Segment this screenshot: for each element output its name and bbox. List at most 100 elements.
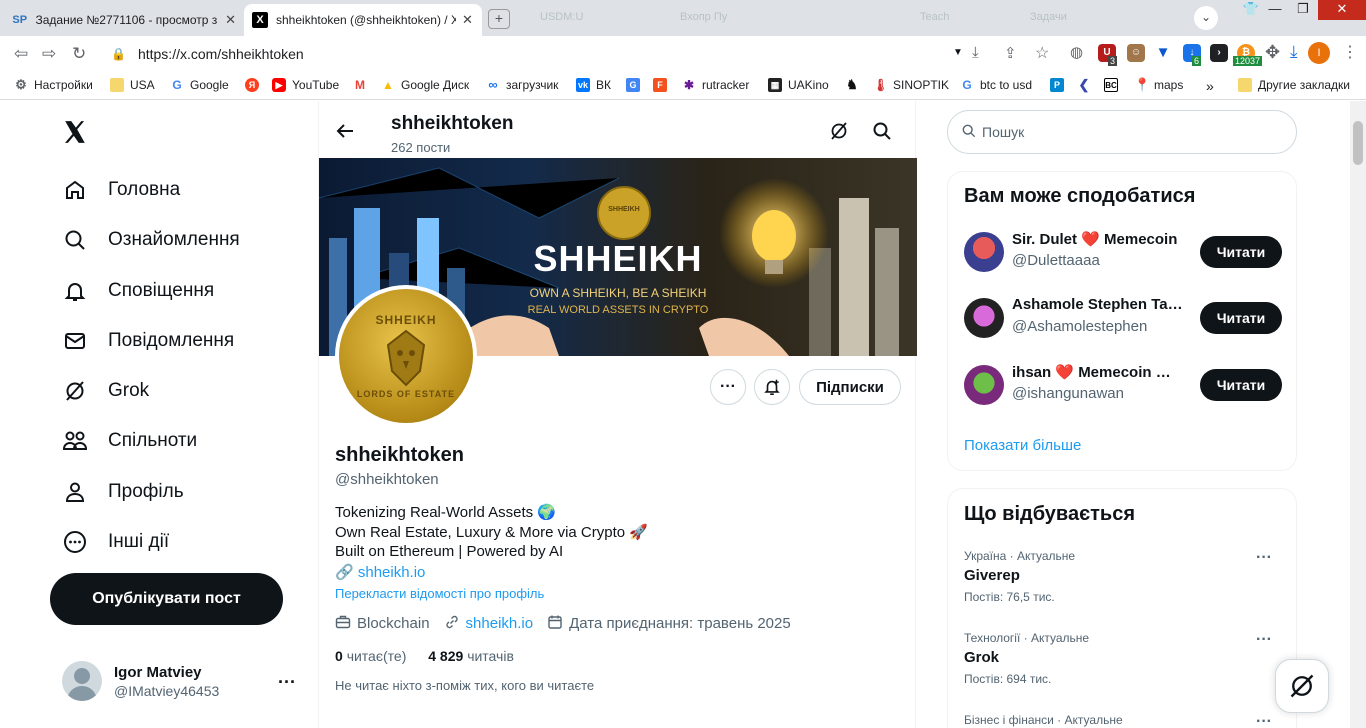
bookmark-item[interactable]: 📍 maps [1134,78,1183,93]
trend-item[interactable]: Україна · Актуальне Giverep Постів: 76,5… [964,549,1282,604]
profile-shirt-icon[interactable]: 👕 [1240,0,1262,20]
back-icon[interactable]: ⇦ [14,44,28,64]
browser-tab[interactable]: SP Задание №2771106 - просмотр з ✕ [4,4,244,36]
grok-icon[interactable] [829,121,849,146]
trend-context: Технології · Актуальне [964,631,1090,645]
nav-profile[interactable]: Профіль [62,479,184,505]
bookmarks-overflow-button[interactable]: » [1206,78,1214,94]
home-icon [62,177,88,203]
search-field[interactable]: Пошук [947,110,1297,154]
more-options-button[interactable]: ··· [710,369,746,405]
notifications-bell-button[interactable] [754,369,790,405]
tab-search-button[interactable]: ⌄ [1194,6,1218,30]
profile-category: Blockchain [357,615,430,632]
vpn-ext-icon[interactable]: ▼ [1154,44,1172,62]
bookmark-item[interactable]: P [1050,78,1070,92]
maximize-icon[interactable]: ❐ [1290,0,1316,20]
dropdown-icon[interactable]: ▼ [953,47,963,58]
browser-tab-active[interactable]: X shheikhtoken (@shheikhtoken) / X ✕ [244,4,482,36]
following-label: читає(те) [346,648,407,664]
bookmark-item[interactable]: vk ВК [576,78,611,92]
trend-context: Україна · Актуальне [964,549,1076,563]
scrollbar-thumb[interactable] [1353,121,1363,165]
nav-more[interactable]: Інші дії [62,529,169,555]
more-icon[interactable]: ··· [1256,631,1272,649]
x-logo[interactable] [62,119,88,153]
close-window-icon[interactable]: ✕ [1318,0,1366,20]
account-switcher[interactable]: Igor Matviey @IMatviey46453 [62,661,219,701]
terminal-ext-icon[interactable]: › [1210,44,1228,62]
gmail-icon: M [355,78,365,92]
more-icon[interactable]: ··· [1256,713,1272,728]
url-field[interactable]: 🔒 https://x.com/shheikhtoken [103,41,1063,67]
bookmark-item[interactable]: ▶ YouTube [272,78,339,92]
account-more-icon[interactable]: ··· [278,672,296,693]
bookmark-label: ВК [596,78,611,92]
followers-link[interactable]: 4 829 читачів [428,648,514,664]
bookmark-item[interactable]: Gbtc to usd [960,78,1032,92]
trend-item[interactable]: Бізнес і фінанси · Актуальне ··· [964,713,1282,728]
close-tab-icon[interactable]: ✕ [225,12,236,28]
bookmark-item[interactable]: BC [1104,78,1124,92]
follow-button[interactable]: Читати [1200,302,1282,334]
profile-website[interactable]: shheikh.io [466,615,534,632]
following-link[interactable]: 0 читає(те) [335,648,406,664]
kebab-menu-icon[interactable]: ⋮ [1342,42,1358,62]
bookmark-item[interactable]: ▲ Google Диск [381,78,469,92]
extensions-icon[interactable]: ✥ [1265,42,1280,63]
translate-bio-link[interactable]: Перекласти відомості про профіль [335,586,544,601]
following-button[interactable]: Підписки [799,369,901,405]
more-icon[interactable]: ··· [1256,549,1272,567]
new-tab-button[interactable]: + [488,9,510,29]
bookmark-item[interactable]: ✱ rutracker [682,78,749,92]
page-scrollbar[interactable] [1350,101,1366,728]
bookmark-item[interactable]: Я [245,78,265,92]
bookmark-item[interactable]: ∞ загрузчик [486,78,558,93]
bio-link[interactable]: shheikh.io [358,564,426,581]
trends-title: Що відбувається [964,503,1135,525]
follow-button[interactable]: Читати [1200,369,1282,401]
trend-item[interactable]: Технології · Актуальне Grok Постів: 694 … [964,631,1282,686]
follow-button[interactable]: Читати [1200,236,1282,268]
suggestion-item[interactable]: ihsan ❤️ Memecoin … @ishangunawan Читати [964,361,1282,409]
profile-avatar-icon[interactable]: I [1308,42,1330,64]
bookmark-item[interactable]: G Google [170,78,228,92]
post-button[interactable]: Опублікувати пост [50,573,283,625]
close-tab-icon[interactable]: ✕ [462,12,473,28]
bookmark-item[interactable]: ♞ [845,78,865,92]
bookmark-item[interactable]: F [653,78,673,92]
suggestion-item[interactable]: Sir. Dulet ❤️ Memecoin @Dulettaaaa Читат… [964,228,1282,276]
grok-chat-button[interactable] [1275,659,1329,713]
uakino-icon: ▦ [768,78,782,92]
install-icon[interactable]: ⤓ [972,44,979,61]
bookmark-item[interactable]: M [353,78,373,92]
bookmark-star-icon[interactable]: ☆ [1035,43,1049,63]
nav-messages[interactable]: Повідомлення [62,328,234,354]
reload-icon[interactable]: ↻ [72,44,86,64]
nav-grok[interactable]: Grok [62,378,149,404]
search-icon[interactable] [872,121,892,146]
show-more-link[interactable]: Показати більше [964,437,1081,454]
suggestion-item[interactable]: Ashamole Stephen Taba… @Ashamolestephen … [964,294,1282,342]
bookmark-item[interactable]: USA [110,78,155,92]
avatar-ext-icon[interactable]: ☺ [1127,44,1145,62]
other-bookmarks[interactable]: Другие закладки [1238,78,1350,92]
nav-explore[interactable]: Ознайомлення [62,227,240,253]
bookmark-item[interactable]: ❮ [1077,78,1097,92]
bookmark-item[interactable]: 🌡 SINOPTIK [873,78,949,92]
share-icon[interactable]: ⇪ [1004,44,1017,62]
globe-icon[interactable]: ◍ [1070,43,1083,61]
bookmark-item[interactable]: G [626,78,646,92]
bookmark-item[interactable]: ▦ UAKino [768,78,829,92]
nav-home[interactable]: Головна [62,177,180,203]
bookmark-item[interactable]: ⚙ Настройки [14,78,93,93]
profile-avatar[interactable]: SHHEIKH LORDS OF ESTATE [335,285,477,427]
minimize-icon[interactable]: — [1262,0,1288,20]
forward-icon[interactable]: ⇨ [42,44,56,64]
nav-notifications[interactable]: Сповіщення [62,278,214,304]
nav-communities[interactable]: Спільноти [62,428,197,454]
address-bar-row: ⇦ ⇨ ↻ 🔒 https://x.com/shheikhtoken ▼ ⤓ ⇪… [0,36,1366,72]
lock-icon: 🔒 [111,47,126,61]
back-arrow-icon[interactable] [335,121,355,147]
downloads-icon[interactable]: ⤓ [1290,42,1298,62]
